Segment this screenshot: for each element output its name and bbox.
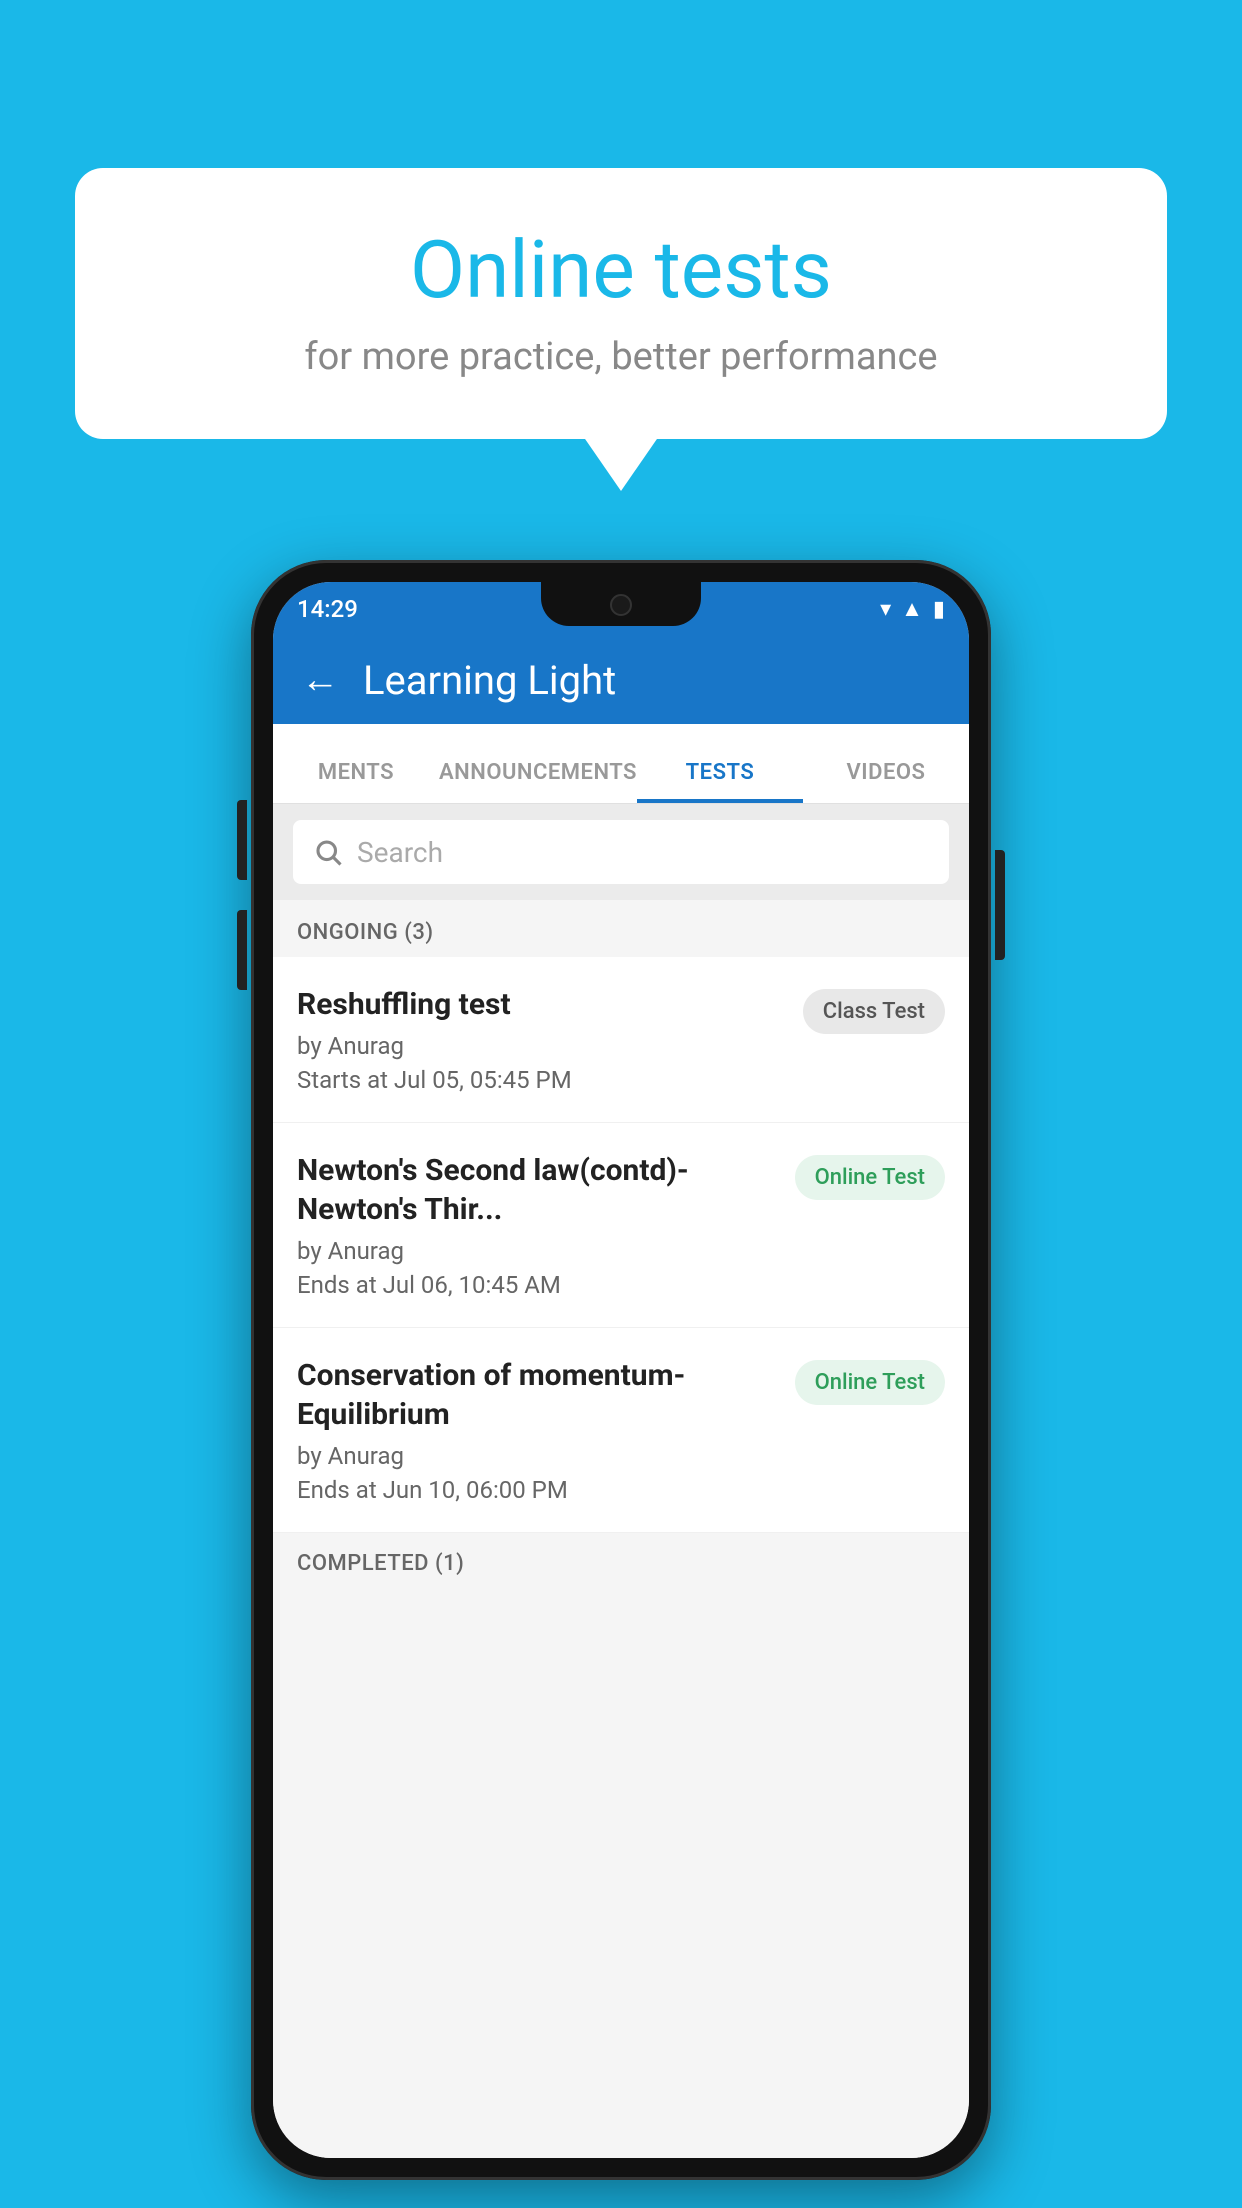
phone-shell: 14:29 ▾ ▲ ▮ ← Learning Light MENTS ANNOU…: [251, 560, 991, 2180]
search-icon: [313, 837, 343, 867]
test-badge-reshuffling: Class Test: [803, 989, 945, 1034]
phone-notch: [541, 582, 701, 626]
speech-bubble: Online tests for more practice, better p…: [75, 168, 1167, 439]
test-author-newtons: by Anurag: [297, 1237, 779, 1265]
tabs-bar: MENTS ANNOUNCEMENTS TESTS VIDEOS: [273, 724, 969, 804]
tab-ments[interactable]: MENTS: [273, 760, 439, 803]
signal-icon: ▲: [901, 596, 923, 622]
completed-section-header: COMPLETED (1): [273, 1533, 969, 1588]
test-badge-newtons: Online Test: [795, 1155, 945, 1200]
search-bar-container: Search: [273, 804, 969, 900]
test-title-newtons: Newton's Second law(contd)-Newton's Thir…: [297, 1151, 779, 1229]
search-bar[interactable]: Search: [293, 820, 949, 884]
tab-announcements[interactable]: ANNOUNCEMENTS: [439, 760, 637, 803]
back-button[interactable]: ←: [301, 658, 339, 702]
test-author-conservation: by Anurag: [297, 1442, 779, 1470]
test-info-conservation: Conservation of momentum-Equilibrium by …: [297, 1356, 779, 1504]
test-author-reshuffling: by Anurag: [297, 1032, 787, 1060]
volume-down-button: [237, 910, 247, 990]
tab-tests[interactable]: TESTS: [637, 760, 803, 803]
wifi-icon: ▾: [880, 597, 891, 622]
phone-mockup: 14:29 ▾ ▲ ▮ ← Learning Light MENTS ANNOU…: [251, 560, 991, 2180]
test-date-conservation: Ends at Jun 10, 06:00 PM: [297, 1476, 779, 1504]
test-item-conservation[interactable]: Conservation of momentum-Equilibrium by …: [273, 1328, 969, 1533]
test-info-newtons: Newton's Second law(contd)-Newton's Thir…: [297, 1151, 779, 1299]
camera-notch: [610, 594, 632, 616]
test-date-reshuffling: Starts at Jul 05, 05:45 PM: [297, 1066, 787, 1094]
test-info-reshuffling: Reshuffling test by Anurag Starts at Jul…: [297, 985, 787, 1094]
status-time: 14:29: [297, 595, 358, 623]
test-badge-conservation: Online Test: [795, 1360, 945, 1405]
ongoing-section-header: ONGOING (3): [273, 902, 969, 957]
phone-screen: 14:29 ▾ ▲ ▮ ← Learning Light MENTS ANNOU…: [273, 582, 969, 2158]
bubble-title: Online tests: [135, 223, 1107, 317]
app-bar: ← Learning Light: [273, 636, 969, 724]
test-title-reshuffling: Reshuffling test: [297, 985, 787, 1024]
search-placeholder: Search: [357, 836, 443, 869]
volume-up-button: [237, 800, 247, 880]
power-button: [995, 850, 1005, 960]
bubble-subtitle: for more practice, better performance: [135, 335, 1107, 379]
test-date-newtons: Ends at Jul 06, 10:45 AM: [297, 1271, 779, 1299]
tab-videos[interactable]: VIDEOS: [803, 760, 969, 803]
test-title-conservation: Conservation of momentum-Equilibrium: [297, 1356, 779, 1434]
status-icons: ▾ ▲ ▮: [880, 596, 945, 622]
tests-list: ONGOING (3) Reshuffling test by Anurag S…: [273, 902, 969, 2158]
test-item-reshuffling[interactable]: Reshuffling test by Anurag Starts at Jul…: [273, 957, 969, 1123]
battery-icon: ▮: [933, 597, 945, 622]
app-bar-title: Learning Light: [363, 657, 616, 704]
test-item-newtons[interactable]: Newton's Second law(contd)-Newton's Thir…: [273, 1123, 969, 1328]
